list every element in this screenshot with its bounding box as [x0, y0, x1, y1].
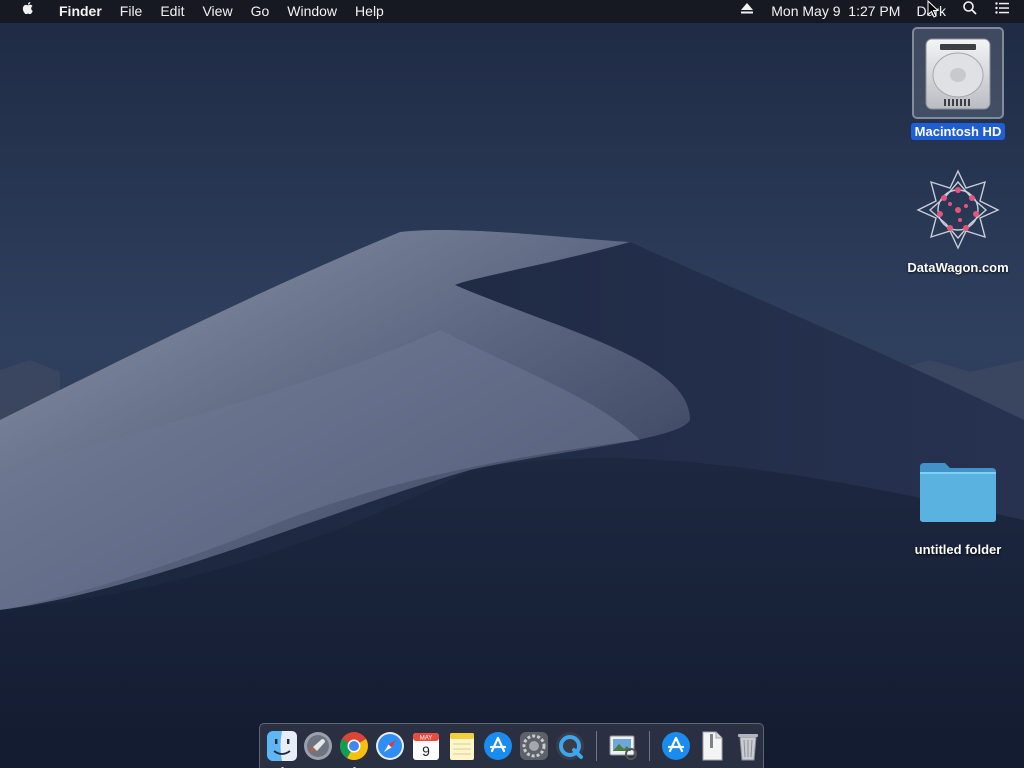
menu-view[interactable]: View [193, 0, 241, 22]
dock-app-store[interactable] [480, 728, 516, 764]
mouse-cursor-icon [927, 0, 940, 18]
notification-center-icon[interactable] [986, 0, 1024, 22]
menu-app-name[interactable]: Finder [50, 0, 111, 22]
menu-clock[interactable]: Mon May 9 1:27 PM [763, 0, 908, 22]
eject-icon[interactable] [731, 0, 763, 22]
apple-logo-icon [22, 1, 33, 14]
spotlight-search-icon[interactable] [954, 0, 986, 22]
calendar-icon: MAY 9 [413, 733, 439, 760]
dock-trash[interactable] [730, 728, 766, 764]
finder-icon [267, 731, 297, 761]
menu-window[interactable]: Window [278, 0, 346, 22]
dock-separator [649, 731, 650, 761]
dock-notes[interactable] [444, 728, 480, 764]
preview-icon [609, 735, 637, 760]
svg-text:9: 9 [422, 743, 430, 759]
dock-separator [596, 731, 597, 761]
desktop-icon-label: Macintosh HD [910, 123, 1006, 140]
apple-menu-icon[interactable] [0, 0, 50, 23]
desktop-icon-macintosh-hd[interactable]: Macintosh HD [903, 27, 1013, 141]
dock-system-preferences[interactable] [516, 728, 552, 764]
dock-document[interactable] [694, 728, 730, 764]
dock-calendar[interactable]: MAY 9 [408, 728, 444, 764]
document-icon [702, 731, 723, 761]
dock-safari[interactable] [372, 728, 408, 764]
dock-quicktime[interactable] [552, 728, 588, 764]
desktop-icon-datawagon[interactable]: DataWagon.com [903, 163, 1013, 277]
menu-file[interactable]: File [111, 0, 152, 22]
dock: MAY 9 [259, 723, 764, 768]
quicktime-icon [556, 732, 584, 760]
menu-bar: Finder File Edit View Go Window Help Mon… [0, 0, 1024, 22]
system-preferences-icon [520, 732, 548, 760]
trash-icon [738, 734, 758, 761]
folder-icon [912, 445, 1004, 537]
dock-finder[interactable] [264, 728, 300, 768]
menu-help[interactable]: Help [346, 0, 393, 22]
dock-launchpad[interactable] [300, 728, 336, 764]
menu-go[interactable]: Go [242, 0, 279, 22]
applications-folder-icon [662, 732, 690, 760]
desktop-wallpaper [0, 0, 1024, 768]
desktop-icon-label: DataWagon.com [907, 260, 1009, 275]
datawagon-logo-icon [912, 163, 1004, 255]
hard-drive-icon [912, 27, 1004, 119]
notes-icon [450, 733, 474, 760]
chrome-icon [340, 732, 368, 760]
desktop-icon-label: untitled folder [914, 542, 1002, 557]
dock-chrome[interactable] [336, 728, 372, 768]
menu-edit[interactable]: Edit [151, 0, 193, 22]
launchpad-icon [304, 732, 332, 760]
svg-text:MAY: MAY [420, 736, 433, 742]
dock-applications-folder[interactable] [658, 728, 694, 764]
desktop-icon-untitled-folder[interactable]: untitled folder [903, 445, 1013, 559]
safari-icon [376, 732, 404, 760]
dock-preview[interactable] [605, 728, 641, 764]
app-store-icon [484, 732, 512, 760]
